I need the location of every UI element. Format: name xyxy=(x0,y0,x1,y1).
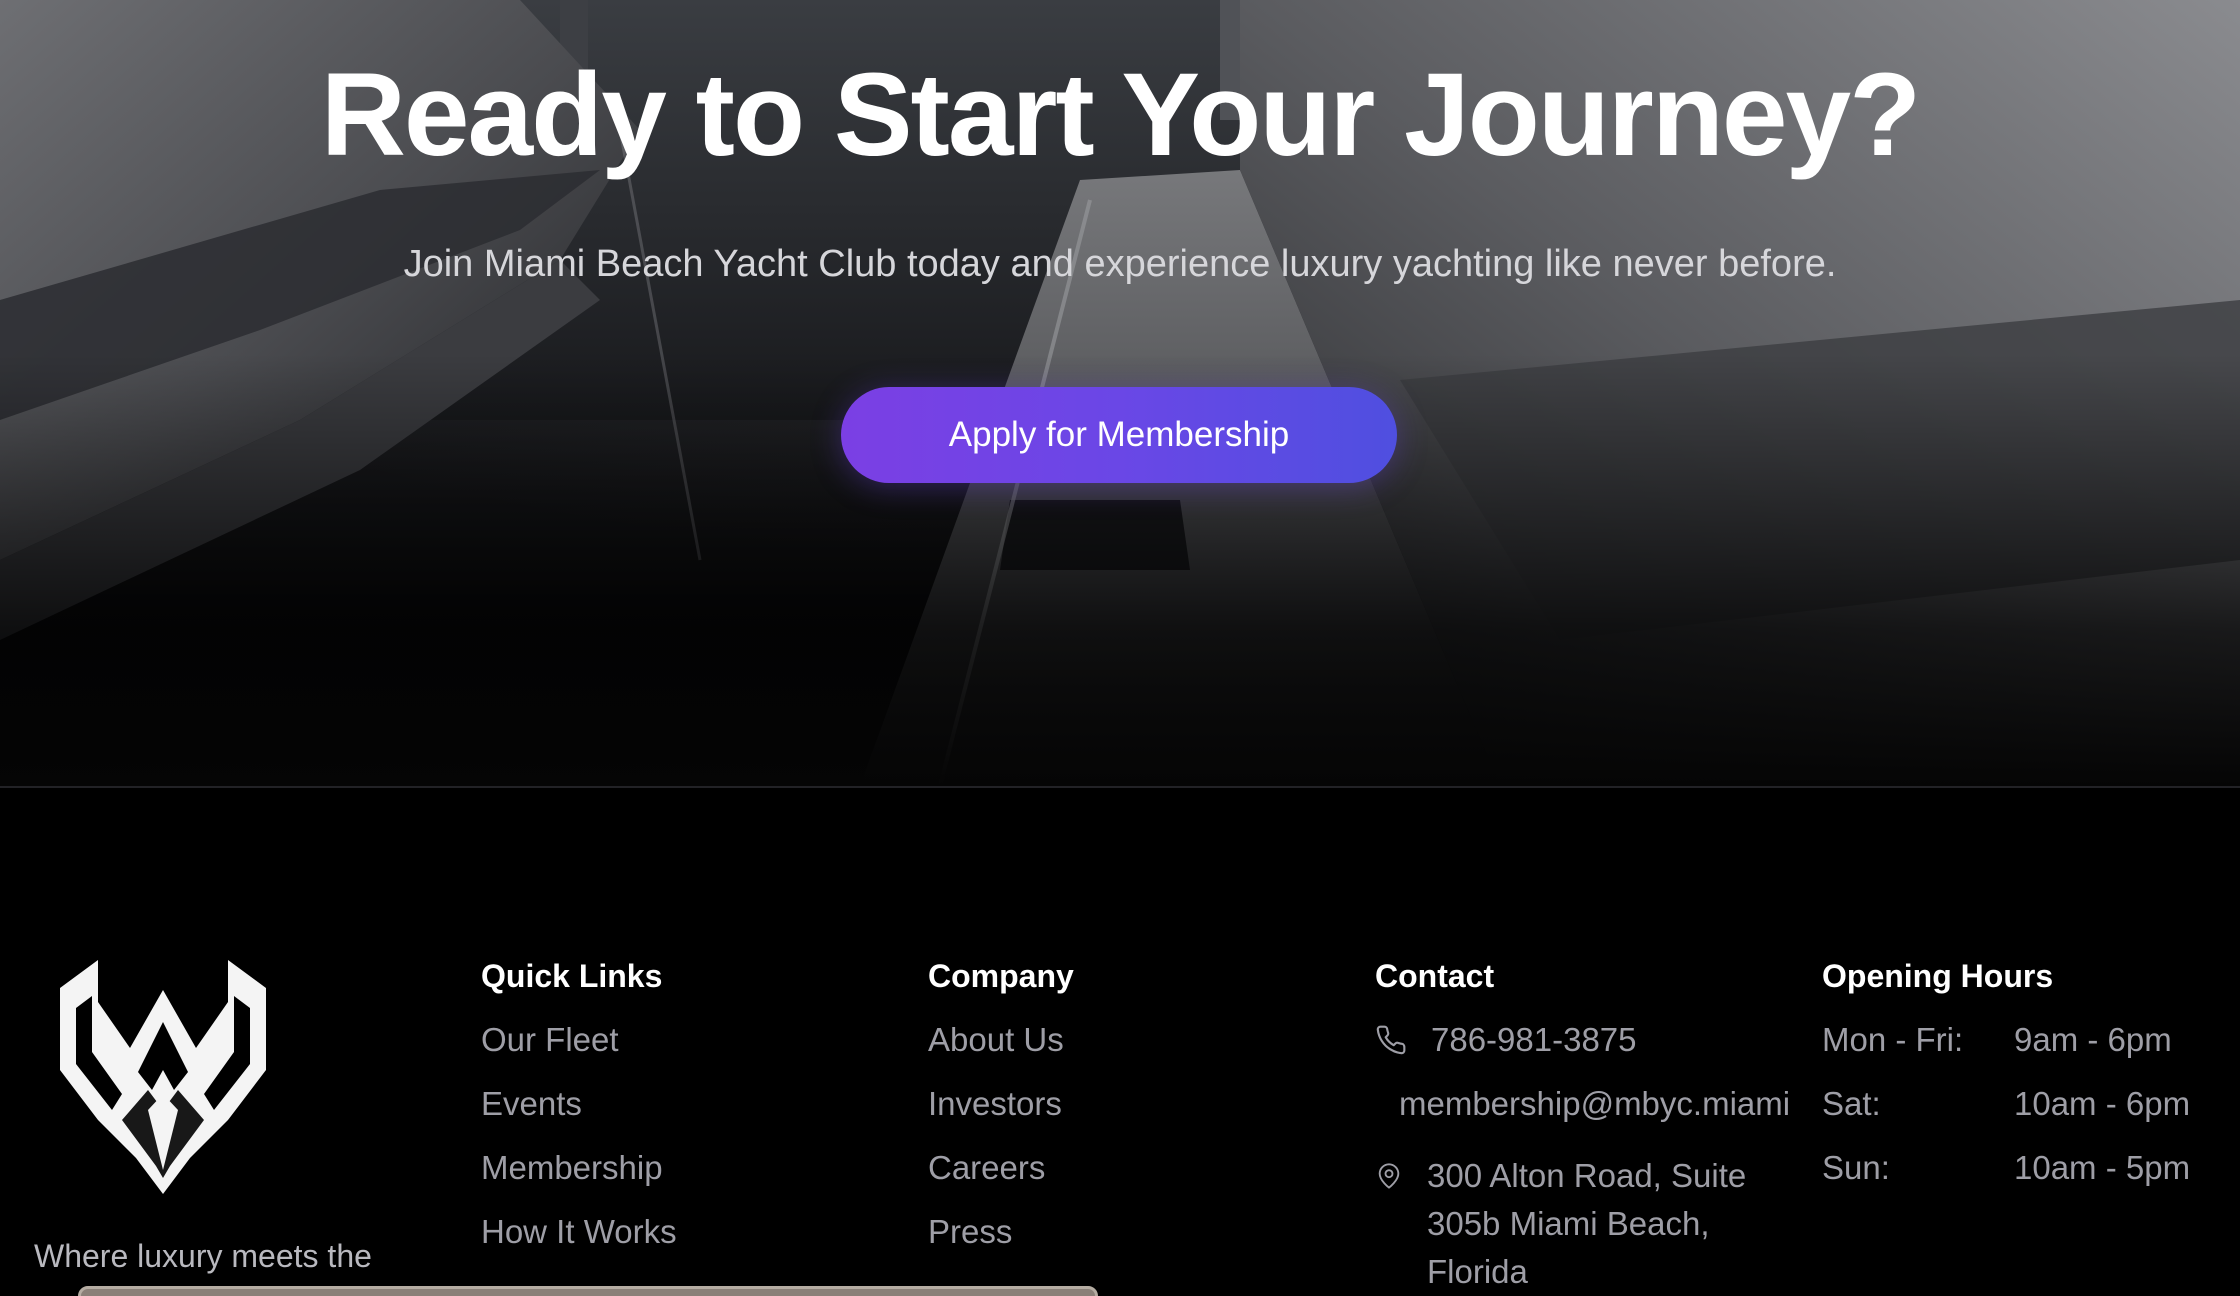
link-how-it-works[interactable]: How It Works xyxy=(481,1208,677,1256)
contact-phone[interactable]: 786-981-3875 xyxy=(1375,1016,1637,1064)
hours-row-sunday: Sun: 10am - 5pm xyxy=(1822,1144,2190,1192)
mbyc-logo[interactable] xyxy=(52,960,274,1194)
quick-links-heading: Quick Links xyxy=(481,958,663,994)
hours-time: 10am - 6pm xyxy=(2014,1085,2191,1122)
company-heading: Company xyxy=(928,958,1074,994)
link-press[interactable]: Press xyxy=(928,1208,1074,1256)
hours-day: Sat: xyxy=(1822,1085,1881,1122)
horizontal-scrollbar[interactable] xyxy=(78,1286,1098,1296)
map-pin-icon xyxy=(1375,1152,1409,1200)
link-careers[interactable]: Careers xyxy=(928,1144,1074,1192)
hours-row-weekdays: Mon - Fri: 9am - 6pm xyxy=(1822,1016,2172,1064)
contact-heading: Contact xyxy=(1375,958,1495,994)
site-footer: Where luxury meets the Quick Links Our F… xyxy=(0,788,2240,1296)
contact-column: Contact 786-981-3875 membership@mbyc.mia… xyxy=(1375,952,1795,1290)
opening-hours-column: Opening Hours Mon - Fri: 9am - 6pm Sat: … xyxy=(1822,952,2222,1186)
email-address[interactable]: membership@mbyc.miami xyxy=(1399,1080,1790,1128)
link-membership[interactable]: Membership xyxy=(481,1144,677,1192)
hours-day: Sun: xyxy=(1822,1149,1890,1186)
phone-icon xyxy=(1375,1016,1409,1064)
street-address: 300 Alton Road, Suite 305b Miami Beach, … xyxy=(1427,1157,1747,1290)
quick-links-column: Quick Links Our Fleet Events Membership … xyxy=(481,952,677,1272)
hours-time: 10am - 5pm xyxy=(2014,1149,2191,1186)
phone-number[interactable]: 786-981-3875 xyxy=(1431,1016,1637,1064)
opening-hours-heading: Opening Hours xyxy=(1822,958,2054,994)
company-column: Company About Us Investors Careers Press xyxy=(928,952,1074,1272)
link-events[interactable]: Events xyxy=(481,1080,677,1128)
hero-section: Ready to Start Your Journey? Join Miami … xyxy=(0,0,2240,786)
link-about-us[interactable]: About Us xyxy=(928,1016,1074,1064)
contact-address: 300 Alton Road, Suite 305b Miami Beach, … xyxy=(1375,1152,1795,1296)
link-investors[interactable]: Investors xyxy=(928,1080,1074,1128)
hero-title: Ready to Start Your Journey? xyxy=(320,49,1922,181)
hours-row-saturday: Sat: 10am - 6pm xyxy=(1822,1080,2190,1128)
contact-email[interactable]: membership@mbyc.miami xyxy=(1399,1080,1790,1128)
footer-tagline: Where luxury meets the xyxy=(34,1238,372,1274)
apply-membership-button[interactable]: Apply for Membership xyxy=(841,387,1397,483)
hours-day: Mon - Fri: xyxy=(1822,1021,1964,1058)
hero-subtitle: Join Miami Beach Yacht Club today and ex… xyxy=(403,243,1837,285)
hours-time: 9am - 6pm xyxy=(2014,1021,2172,1058)
link-our-fleet[interactable]: Our Fleet xyxy=(481,1016,677,1064)
